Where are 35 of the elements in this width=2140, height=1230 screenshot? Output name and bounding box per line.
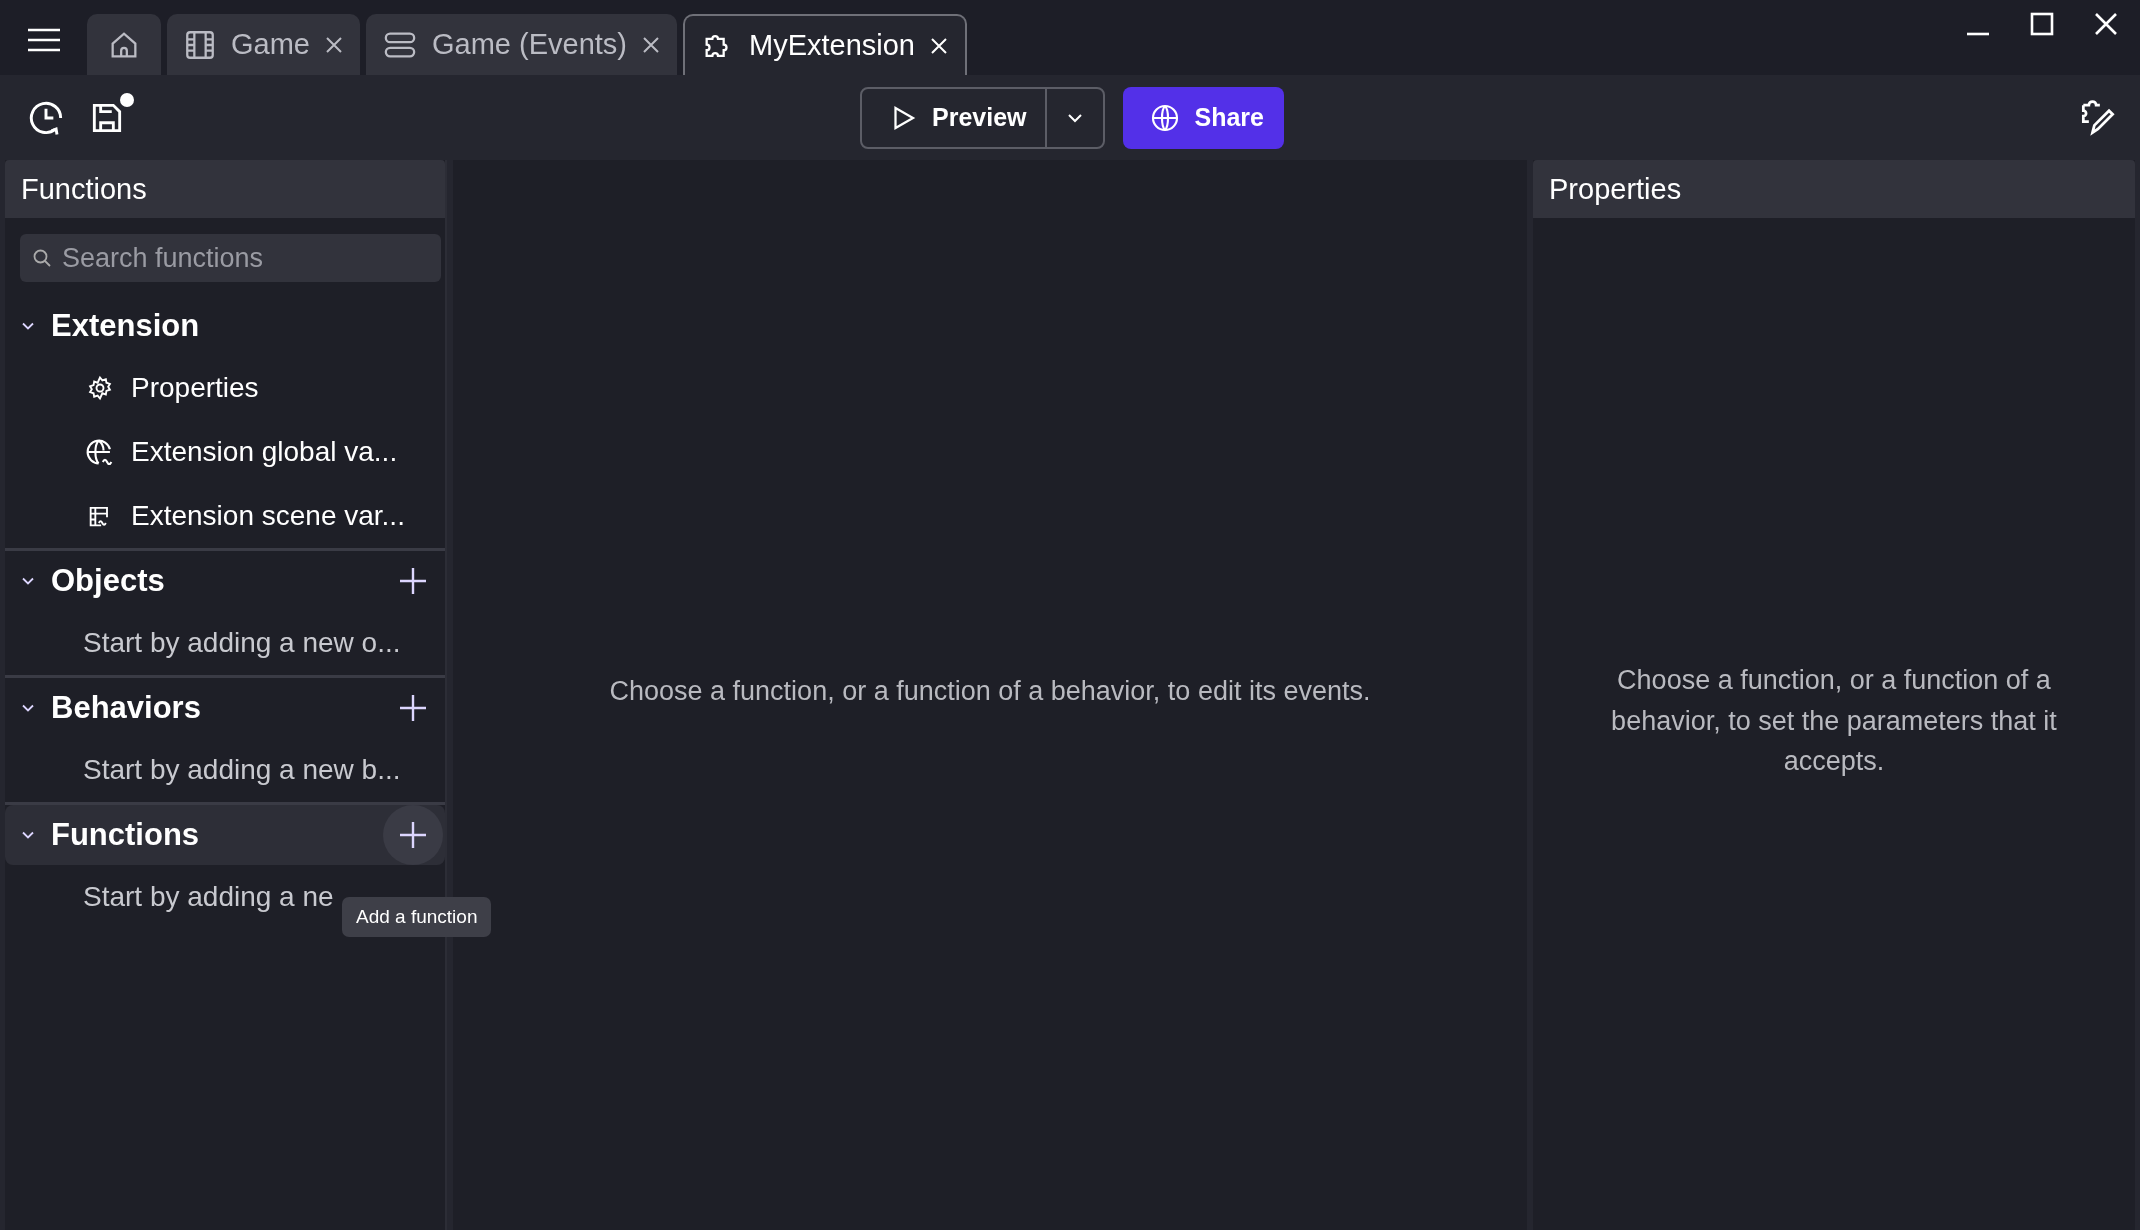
tab[interactable]: Game: [167, 14, 360, 75]
empty-hint: Start by adding a ne: [83, 881, 334, 913]
close-icon[interactable]: [641, 34, 661, 55]
section-title: Behaviors: [51, 690, 201, 726]
search-field[interactable]: Search functions: [20, 234, 441, 282]
plus-icon: [398, 820, 428, 850]
close-icon[interactable]: [2094, 12, 2118, 36]
plus-icon: [398, 566, 428, 596]
plus-icon: [398, 693, 428, 723]
menu-icon[interactable]: [26, 27, 62, 53]
maximize-icon[interactable]: [2030, 12, 2054, 36]
section-header[interactable]: Behaviors: [5, 678, 445, 738]
empty-message: Choose a function, or a function of a behavior, to edit its events.: [609, 675, 1371, 707]
tab[interactable]: Game (Events): [366, 14, 677, 75]
tree-item[interactable]: Extension scene var...: [5, 484, 445, 548]
add-button[interactable]: [383, 805, 443, 865]
section-title: Objects: [51, 563, 165, 599]
empty-message: Choose a function, or a function of a behavior, to set the parameters that it accepts.: [1610, 664, 2058, 779]
close-icon[interactable]: [929, 35, 949, 56]
tooltip: Add a function: [342, 897, 492, 937]
panel-title: Properties: [1549, 172, 1682, 206]
section-header[interactable]: Extension: [5, 296, 445, 356]
tree-item[interactable]: Properties: [5, 356, 445, 420]
section-title: Extension: [51, 308, 200, 344]
tree-item[interactable]: Extension global va...: [5, 420, 445, 484]
section-header[interactable]: Objects: [5, 551, 445, 611]
share-button[interactable]: Share: [1122, 86, 1284, 149]
section-header[interactable]: Functions: [5, 805, 445, 865]
empty-hint: Start by adding a new b...: [83, 754, 401, 786]
tab[interactable]: MyExtension: [683, 14, 967, 75]
empty-hint: Start by adding a new o...: [83, 627, 401, 659]
section-title: Functions: [51, 817, 200, 853]
panel-title: Functions: [21, 172, 147, 206]
close-icon[interactable]: [324, 34, 344, 55]
tab[interactable]: [87, 14, 161, 75]
